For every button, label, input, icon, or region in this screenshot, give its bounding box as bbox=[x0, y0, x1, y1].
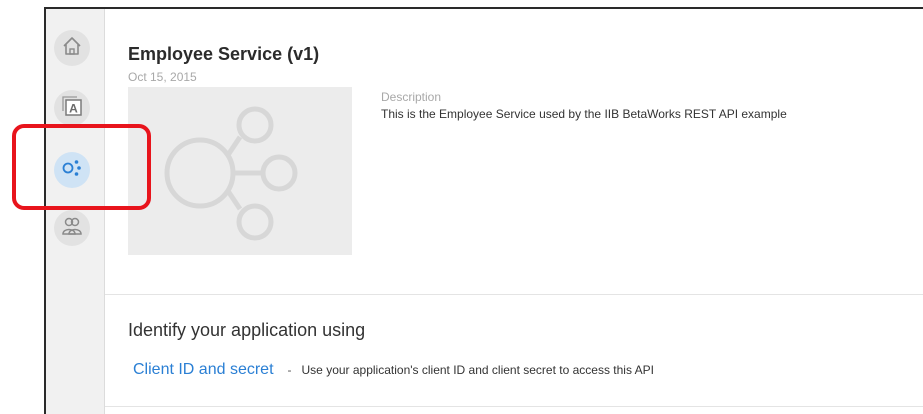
section-divider-bottom bbox=[105, 406, 923, 407]
catalog-icon-letter: A bbox=[69, 101, 78, 115]
auth-method-row: Client ID and secret - Use your applicat… bbox=[133, 361, 654, 379]
auth-method-separator: - bbox=[287, 363, 292, 377]
api-title: Employee Service (v1) bbox=[128, 44, 320, 64]
section-divider bbox=[105, 294, 923, 295]
api-thumbnail bbox=[128, 87, 352, 255]
api-detail-panel: Employee Service (v1) Oct 15, 2015 Descr… bbox=[105, 9, 923, 414]
identify-heading: Identify your application using bbox=[128, 320, 366, 340]
client-id-secret-link[interactable]: Client ID and secret bbox=[133, 361, 274, 379]
nav-catalog-button[interactable]: A bbox=[54, 90, 90, 126]
users-icon bbox=[60, 214, 84, 243]
screenshot-border-left bbox=[44, 7, 46, 414]
nav-home-button[interactable] bbox=[54, 30, 90, 66]
nav-users-button[interactable] bbox=[54, 210, 90, 246]
auth-method-description: Use your application's client ID and cli… bbox=[301, 363, 654, 377]
home-icon bbox=[61, 35, 83, 62]
left-nav-rail: A bbox=[46, 9, 105, 414]
highlight-annotation bbox=[12, 124, 151, 210]
api-date: Oct 15, 2015 bbox=[128, 70, 197, 84]
api-network-icon bbox=[164, 106, 298, 241]
description-label: Description bbox=[381, 90, 442, 104]
description-text: This is the Employee Service used by the… bbox=[381, 107, 787, 121]
catalog-icon: A bbox=[60, 94, 84, 123]
